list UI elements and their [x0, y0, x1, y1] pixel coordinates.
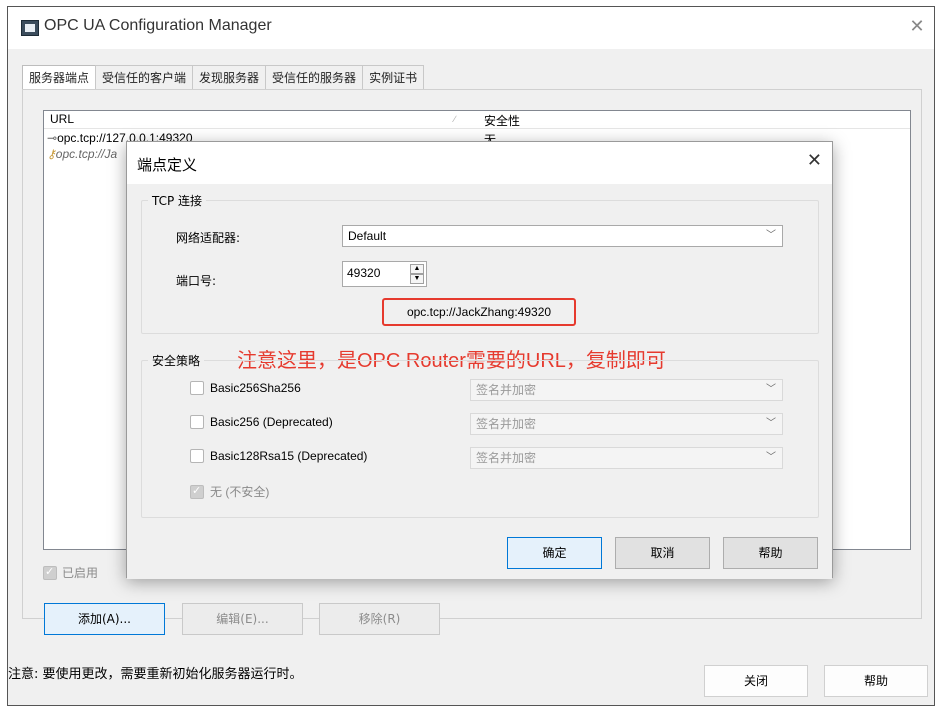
list-item[interactable]: ⚷opc.tcp://Ja: [47, 147, 117, 161]
policy-mode: 签名并加密: [476, 417, 537, 431]
status-note: 注意: 要使用更改，需要重新初始化服务器运行时。: [8, 667, 303, 682]
port-label: 端口号:: [176, 274, 217, 288]
adapter-value: Default: [348, 229, 387, 243]
chevron-down-icon: ﹀: [766, 452, 776, 463]
endpoint-url: opc.tcp://Ja: [55, 147, 118, 161]
title-bar: OPC UA Configuration Manager ✕: [8, 7, 934, 49]
close-button[interactable]: 关闭: [704, 665, 808, 697]
chevron-down-icon: ﹀: [766, 230, 776, 241]
security-group-legend: 安全策略: [148, 352, 205, 369]
enabled-checkbox[interactable]: 已启用: [43, 564, 98, 581]
policy-checkbox[interactable]: [190, 415, 204, 429]
policy-mode: 签名并加密: [476, 383, 537, 397]
policy-row[interactable]: Basic256Sha256: [190, 381, 301, 395]
help-button[interactable]: 帮助: [824, 665, 928, 697]
decrement-arrow-icon[interactable]: ▼: [410, 274, 424, 284]
window-title: OPC UA Configuration Manager: [44, 17, 272, 34]
tab-instance-certificate[interactable]: 实例证书: [362, 65, 425, 89]
column-url[interactable]: URL: [50, 112, 74, 126]
sort-icon: ∕: [454, 114, 456, 124]
endpoint-disabled-icon: ⚷: [47, 147, 56, 161]
security-policy-group: 安全策略 Basic256Sha256 签名并加密 ﹀ Basic256 (De…: [141, 352, 819, 518]
none-security-row[interactable]: 无 (不安全): [190, 483, 269, 500]
endpoint-icon: ⊸: [47, 131, 58, 145]
increment-arrow-icon[interactable]: ▲: [410, 264, 424, 274]
policy-mode-select[interactable]: 签名并加密 ﹀: [470, 413, 783, 435]
add-button[interactable]: 添加(A)...: [44, 603, 165, 635]
tab-trusted-servers[interactable]: 受信任的服务器: [265, 65, 364, 89]
list-header: URL ∕ 安全性: [44, 111, 910, 129]
policy-name: Basic256Sha256: [210, 381, 301, 395]
remove-button[interactable]: 移除(R): [319, 603, 440, 635]
tab-trusted-clients[interactable]: 受信任的客户端: [95, 65, 194, 89]
tab-discovery-servers[interactable]: 发现服务器: [192, 65, 267, 89]
cancel-button[interactable]: 取消: [615, 537, 710, 569]
column-security[interactable]: 安全性: [484, 112, 520, 129]
chevron-down-icon: ﹀: [766, 418, 776, 429]
policy-mode-select[interactable]: 签名并加密 ﹀: [470, 379, 783, 401]
endpoint-url-readout: opc.tcp://JackZhang:49320: [382, 298, 576, 326]
chevron-down-icon: ﹀: [766, 384, 776, 395]
edit-button[interactable]: 编辑(E)...: [182, 603, 303, 635]
tcp-connection-group: TCP 连接 网络适配器: Default ﹀ 端口号: 49320 ▲ ▼ o…: [141, 192, 819, 334]
adapter-label: 网络适配器:: [176, 231, 241, 245]
none-security-label: 无 (不安全): [210, 485, 270, 499]
policy-name: Basic128Rsa15 (Deprecated): [210, 449, 368, 463]
dialog-help-button[interactable]: 帮助: [723, 537, 818, 569]
endpoint-definition-dialog: 端点定义 ✕ TCP 连接 网络适配器: Default ﹀ 端口号: 4932…: [126, 141, 833, 579]
enabled-check-box[interactable]: [43, 565, 57, 580]
enabled-label: 已启用: [62, 566, 99, 580]
none-security-checkbox[interactable]: [190, 484, 204, 499]
policy-checkbox[interactable]: [190, 449, 204, 463]
policy-mode: 签名并加密: [476, 451, 537, 465]
policy-mode-select[interactable]: 签名并加密 ﹀: [470, 447, 783, 469]
policy-name: Basic256 (Deprecated): [210, 415, 333, 429]
port-stepper[interactable]: 49320 ▲ ▼: [342, 261, 427, 287]
tcp-group-legend: TCP 连接: [148, 192, 207, 209]
dialog-title: 端点定义: [137, 157, 198, 174]
app-icon: [21, 20, 39, 36]
port-value: 49320: [347, 266, 381, 280]
ok-button[interactable]: 确定: [507, 537, 602, 569]
policy-checkbox[interactable]: [190, 381, 204, 395]
dialog-close-icon[interactable]: ✕: [807, 150, 822, 171]
tab-strip: 服务器端点 受信任的客户端 发现服务器 受信任的服务器 实例证书: [22, 65, 425, 90]
window-close-icon[interactable]: ✕: [906, 15, 928, 39]
tab-server-endpoints[interactable]: 服务器端点: [22, 65, 97, 90]
policy-row[interactable]: Basic256 (Deprecated): [190, 415, 333, 429]
adapter-select[interactable]: Default ﹀: [342, 225, 783, 247]
dialog-body: TCP 连接 网络适配器: Default ﹀ 端口号: 49320 ▲ ▼ o…: [127, 184, 832, 579]
policy-row[interactable]: Basic128Rsa15 (Deprecated): [190, 449, 367, 463]
